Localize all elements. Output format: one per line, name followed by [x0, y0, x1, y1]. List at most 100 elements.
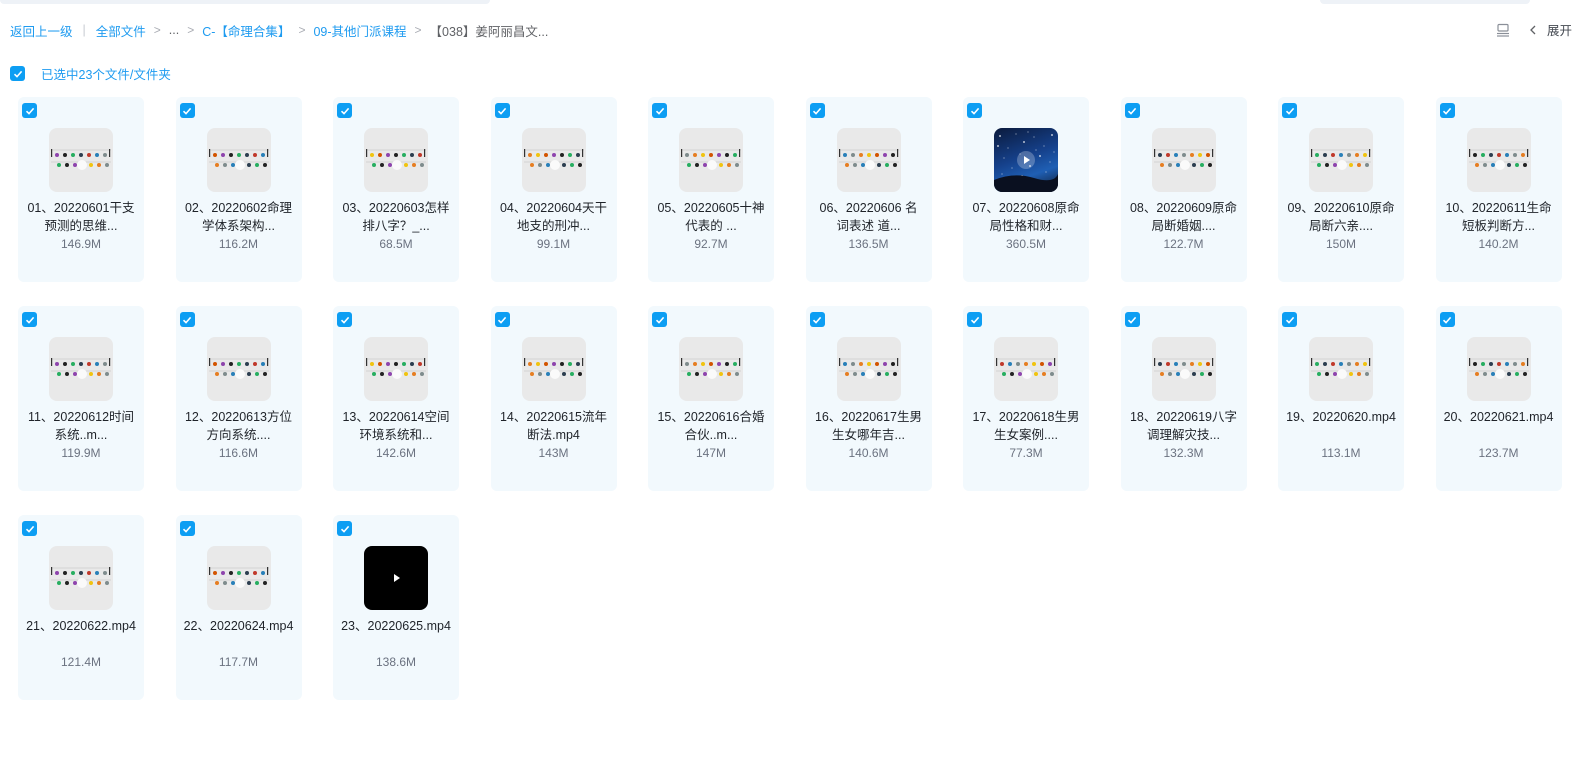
file-checkbox[interactable]: [179, 103, 195, 118]
file-checkbox[interactable]: [652, 312, 667, 327]
file-name[interactable]: 17、20220618生男生女案例....: [971, 408, 1081, 444]
file-card[interactable]: 02、20220602命理学体系架构... 116.2M: [175, 97, 302, 282]
file-name[interactable]: 11、20220612时间系统..m...: [26, 408, 136, 444]
file-checkbox[interactable]: [179, 521, 195, 536]
file-card[interactable]: 13、20220614空间环境系统和... 142.6M: [333, 306, 459, 491]
file-name[interactable]: 05、20220605十神代表的 ...: [656, 199, 766, 235]
file-card[interactable]: 14、20220615流年断法.mp4 143M: [490, 306, 617, 491]
file-card[interactable]: 04、20220604天干地支的刑冲... 99.1M: [490, 97, 617, 282]
video-thumbnail[interactable]: [49, 128, 113, 192]
file-name[interactable]: 14、20220615流年断法.mp4: [499, 408, 609, 444]
file-name[interactable]: 06、20220606 名词表述 道...: [814, 199, 924, 235]
video-thumbnail[interactable]: [1309, 128, 1373, 192]
crumb-level1[interactable]: C-【命理合集】: [202, 21, 290, 40]
file-card[interactable]: 01、20220601干支预测的思维... 146.9M: [18, 97, 144, 282]
video-thumbnail[interactable]: [1466, 128, 1531, 192]
video-thumbnail[interactable]: [1151, 128, 1216, 192]
file-checkbox[interactable]: [1439, 312, 1455, 327]
file-card[interactable]: 05、20220605十神代表的 ... 92.7M: [648, 97, 774, 282]
file-checkbox[interactable]: [494, 103, 510, 118]
file-checkbox[interactable]: [337, 312, 352, 327]
file-card[interactable]: 09、20220610原命局断六亲.... 150M: [1278, 97, 1404, 282]
file-card[interactable]: 17、20220618生男生女案例.... 77.3M: [963, 306, 1089, 491]
video-thumbnail[interactable]: [679, 337, 743, 401]
video-thumbnail[interactable]: [49, 337, 113, 401]
file-name[interactable]: 16、20220617生男生女哪年吉...: [814, 408, 924, 444]
file-name[interactable]: 21、20220622.mp4: [26, 617, 136, 653]
file-card[interactable]: 18、20220619八字调理解灾技... 132.3M: [1120, 306, 1247, 491]
file-card[interactable]: 10、20220611生命短板判断方... 140.2M: [1435, 97, 1562, 282]
video-thumbnail[interactable]: [1466, 337, 1531, 401]
video-thumbnail[interactable]: [521, 128, 586, 192]
file-checkbox[interactable]: [1282, 312, 1297, 327]
crumb-ellipsis[interactable]: ...: [169, 23, 179, 37]
file-card[interactable]: 15、20220616合婚合伙..m... 147M: [648, 306, 774, 491]
file-name[interactable]: 22、20220624.mp4: [184, 617, 294, 653]
file-name[interactable]: 09、20220610原命局断六亲....: [1286, 199, 1396, 235]
file-checkbox[interactable]: [1124, 103, 1140, 118]
video-thumbnail[interactable]: [364, 546, 428, 610]
video-thumbnail[interactable]: [836, 337, 901, 401]
file-name[interactable]: 23、20220625.mp4: [341, 617, 451, 653]
file-checkbox[interactable]: [967, 312, 982, 327]
video-thumbnail[interactable]: [994, 337, 1058, 401]
file-name[interactable]: 04、20220604天干地支的刑冲...: [499, 199, 609, 235]
video-thumbnail[interactable]: [364, 128, 428, 192]
file-name[interactable]: 19、20220620.mp4: [1286, 408, 1396, 444]
file-name[interactable]: 20、20220621.mp4: [1444, 408, 1554, 444]
file-card[interactable]: 19、20220620.mp4 113.1M: [1278, 306, 1404, 491]
file-checkbox[interactable]: [494, 312, 510, 327]
video-thumbnail[interactable]: [206, 128, 271, 192]
file-card[interactable]: 16、20220617生男生女哪年吉... 140.6M: [805, 306, 932, 491]
select-all-checkbox[interactable]: [10, 66, 25, 81]
video-thumbnail[interactable]: [994, 128, 1058, 192]
video-thumbnail[interactable]: [364, 337, 428, 401]
back-link[interactable]: 返回上一级: [10, 21, 73, 40]
file-name[interactable]: 07、20220608原命局性格和财...: [971, 199, 1081, 235]
file-name[interactable]: 03、20220603怎样排八字？_...: [341, 199, 451, 235]
file-card[interactable]: 23、20220625.mp4 138.6M: [333, 515, 459, 700]
file-name[interactable]: 01、20220601干支预测的思维...: [26, 199, 136, 235]
video-thumbnail[interactable]: [1309, 337, 1373, 401]
file-card[interactable]: 08、20220609原命局断婚姻.... 122.7M: [1120, 97, 1247, 282]
file-card[interactable]: 03、20220603怎样排八字？_... 68.5M: [333, 97, 459, 282]
list-view-icon[interactable]: [1495, 22, 1511, 38]
file-checkbox[interactable]: [652, 103, 667, 118]
file-checkbox[interactable]: [337, 103, 352, 118]
file-checkbox[interactable]: [22, 103, 37, 118]
file-name[interactable]: 12、20220613方位方向系统....: [184, 408, 294, 444]
file-name[interactable]: 13、20220614空间环境系统和...: [341, 408, 451, 444]
video-thumbnail[interactable]: [521, 337, 586, 401]
file-checkbox[interactable]: [22, 521, 37, 536]
file-checkbox[interactable]: [337, 521, 352, 536]
file-card[interactable]: 20、20220621.mp4 123.7M: [1435, 306, 1562, 491]
crumb-all-files[interactable]: 全部文件: [96, 21, 146, 40]
file-card[interactable]: 07、20220608原命局性格和财... 360.5M: [963, 97, 1089, 282]
file-card[interactable]: 06、20220606 名词表述 道... 136.5M: [805, 97, 932, 282]
file-checkbox[interactable]: [1282, 103, 1297, 118]
file-checkbox[interactable]: [22, 312, 37, 327]
video-thumbnail[interactable]: [1151, 337, 1216, 401]
video-thumbnail[interactable]: [49, 546, 113, 610]
file-checkbox[interactable]: [179, 312, 195, 327]
file-name[interactable]: 10、20220611生命短板判断方...: [1444, 199, 1554, 235]
chevron-left-icon[interactable]: [1529, 25, 1537, 35]
file-name[interactable]: 15、20220616合婚合伙..m...: [656, 408, 766, 444]
video-thumbnail[interactable]: [206, 337, 271, 401]
file-checkbox[interactable]: [1124, 312, 1140, 327]
video-thumbnail[interactable]: [836, 128, 901, 192]
expand-button[interactable]: 展开: [1547, 20, 1572, 39]
file-card[interactable]: 11、20220612时间系统..m... 119.9M: [18, 306, 144, 491]
crumb-level2[interactable]: 09-其他门派课程: [313, 21, 406, 40]
file-card[interactable]: 12、20220613方位方向系统.... 116.6M: [175, 306, 302, 491]
file-card[interactable]: 21、20220622.mp4 121.4M: [18, 515, 144, 700]
file-checkbox[interactable]: [809, 312, 825, 327]
file-checkbox[interactable]: [809, 103, 825, 118]
video-thumbnail[interactable]: [206, 546, 271, 610]
file-checkbox[interactable]: [1439, 103, 1455, 118]
video-thumbnail[interactable]: [679, 128, 743, 192]
file-card[interactable]: 22、20220624.mp4 117.7M: [175, 515, 302, 700]
file-name[interactable]: 08、20220609原命局断婚姻....: [1129, 199, 1239, 235]
file-name[interactable]: 02、20220602命理学体系架构...: [184, 199, 294, 235]
file-checkbox[interactable]: [967, 103, 982, 118]
